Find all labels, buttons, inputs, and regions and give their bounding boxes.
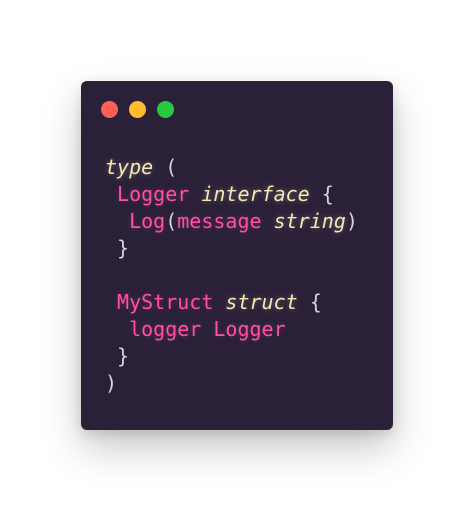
code-keyword: string [273, 209, 346, 233]
code-keyword: type [105, 155, 154, 179]
code-line: logger Logger [105, 316, 358, 343]
code-block: type ( Logger interface { Log(message st… [105, 154, 358, 397]
code-keyword: struct [225, 290, 298, 314]
code-line: Log(message string) [105, 208, 358, 235]
code-line: } [105, 235, 358, 262]
code-punctuation: { [309, 182, 334, 206]
code-window: type ( Logger interface { Log(message st… [81, 81, 393, 430]
code-punctuation: ) [105, 371, 118, 395]
canvas: type ( Logger interface { Log(message st… [0, 0, 474, 511]
code-punctuation [105, 182, 117, 206]
code-punctuation [105, 317, 129, 341]
code-punctuation [189, 182, 201, 206]
code-identifier: logger Logger [129, 317, 286, 341]
code-punctuation [213, 290, 225, 314]
code-keyword: interface [201, 182, 310, 206]
code-punctuation [105, 290, 117, 314]
code-punctuation [105, 209, 129, 233]
code-punctuation: ( [165, 209, 178, 233]
code-identifier: Log [129, 209, 166, 233]
code-line: MyStruct struct { [105, 289, 358, 316]
code-punctuation: ) [345, 209, 358, 233]
code-identifier: Logger [117, 182, 190, 206]
code-identifier: MyStruct [117, 290, 214, 314]
code-punctuation [262, 209, 274, 233]
code-punctuation: ( [153, 155, 178, 179]
code-identifier: message [177, 209, 262, 233]
window-controls [101, 101, 174, 118]
code-line: type ( [105, 154, 358, 181]
code-punctuation: } [105, 344, 130, 368]
minimize-button[interactable] [129, 101, 146, 118]
close-button[interactable] [101, 101, 118, 118]
code-line: ) [105, 370, 358, 397]
code-punctuation: } [105, 236, 130, 260]
code-line: Logger interface { [105, 181, 358, 208]
maximize-button[interactable] [157, 101, 174, 118]
code-line: } [105, 343, 358, 370]
code-punctuation: { [297, 290, 322, 314]
